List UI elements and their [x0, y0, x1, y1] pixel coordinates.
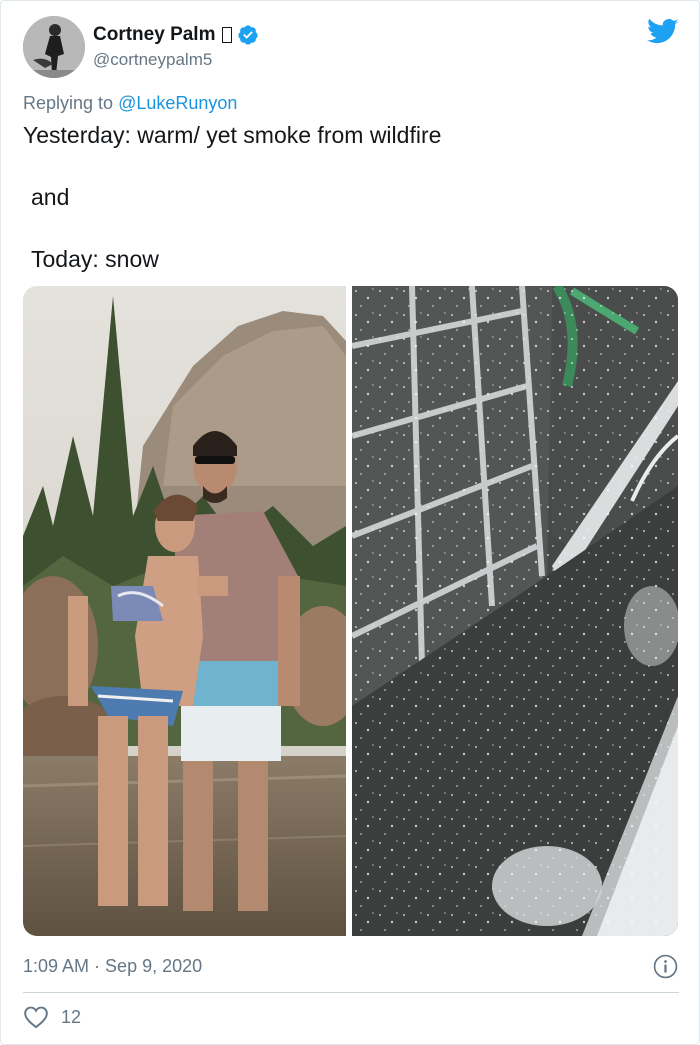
emoji-placeholder-icon: [222, 27, 233, 43]
tweet-time: 1:09 AM: [23, 956, 90, 976]
tweet-text-line: and: [31, 184, 70, 210]
footer-divider: [23, 992, 679, 993]
timestamp-separator: ·: [89, 956, 106, 976]
photo-couple-at-river[interactable]: [23, 286, 346, 936]
photo-snow-falling-on-balcony[interactable]: [352, 286, 678, 936]
tweet-timestamp[interactable]: 1:09 AM · Sep 9, 2020: [23, 955, 202, 977]
reply-to-link[interactable]: @LukeRunyon: [118, 93, 237, 113]
tweet-text-line: Yesterday: warm/ yet smoke from wildfire: [23, 122, 442, 148]
twitter-bird-icon[interactable]: [647, 18, 679, 46]
verified-badge-icon: [238, 25, 259, 45]
tweet-card: Cortney Palm @cortneypalm5 Replying to @…: [0, 0, 700, 1045]
media-grid: [23, 286, 678, 936]
avatar[interactable]: [23, 16, 85, 78]
author-name-text: Cortney Palm: [93, 24, 216, 45]
info-icon[interactable]: [653, 954, 678, 979]
author-handle[interactable]: @cortneypalm5: [93, 50, 212, 70]
author-display-name[interactable]: Cortney Palm: [93, 24, 259, 46]
heart-icon: [24, 1006, 48, 1029]
like-button[interactable]: 12: [23, 1005, 81, 1029]
like-count: 12: [61, 1007, 82, 1027]
reply-prefix: Replying to: [23, 93, 119, 113]
tweet-date: Sep 9, 2020: [105, 956, 203, 976]
tweet-text-line: Today: snow: [31, 246, 159, 272]
reply-context: Replying to @LukeRunyon: [23, 92, 237, 114]
